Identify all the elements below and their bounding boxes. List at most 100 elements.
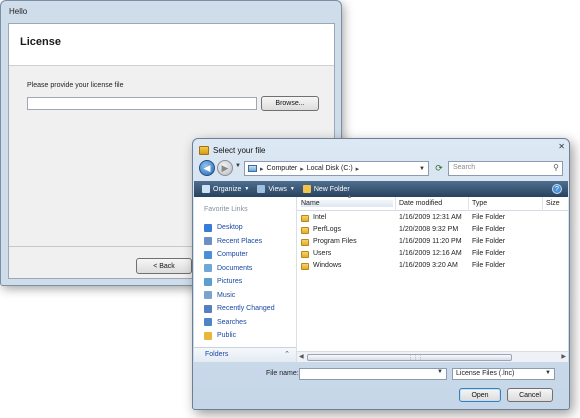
file-rows: Intel 1/16/2009 12:31 AM File Folder PerfLo… — [297, 213, 568, 273]
open-button[interactable]: Open — [459, 388, 501, 402]
address-dropdown-icon[interactable]: ▼ — [419, 166, 425, 172]
organize-icon — [202, 185, 210, 193]
scrollbar-thumb[interactable]: ⋮⋮⋮ — [307, 354, 512, 361]
browse-button[interactable]: Browse... — [261, 96, 319, 111]
recently-changed-icon — [204, 304, 212, 313]
table-row[interactable]: Intel 1/16/2009 12:31 AM File Folder — [297, 213, 568, 225]
file-list: Name ▲ Date modified Type Size Intel 1/16… — [297, 194, 568, 362]
sidebar-item-searches[interactable]: Searches — [204, 316, 275, 330]
views-icon — [257, 185, 266, 193]
sidebar-item-documents[interactable]: Documents — [204, 262, 275, 276]
chevron-down-icon[interactable]: ▼ — [437, 369, 443, 375]
dialog-footer: File name: ▼ License Files (.lnc) ▼ Open… — [193, 362, 569, 410]
search-icon[interactable]: ⚲ — [553, 163, 559, 172]
file-name: Program Files — [313, 238, 357, 245]
dialog-title: Select your file — [213, 145, 266, 155]
back-button[interactable]: < Back — [136, 258, 192, 274]
chevron-down-icon: ▼ — [244, 186, 250, 192]
column-header-type[interactable]: Type — [472, 200, 487, 207]
license-prompt: Please provide your license file — [27, 82, 124, 89]
sidebar-item-label: Documents — [217, 264, 253, 272]
column-header-name[interactable]: Name — [301, 200, 393, 207]
new-folder-icon — [302, 185, 311, 193]
views-button[interactable]: Views ▼ — [257, 185, 295, 193]
sort-arrow-icon: ▲ — [347, 194, 352, 200]
column-header-row: Name ▲ Date modified Type Size — [297, 194, 568, 211]
file-type-select[interactable]: License Files (.lnc) ▼ — [452, 368, 555, 380]
folder-icon — [301, 239, 309, 246]
cancel-button[interactable]: Cancel — [507, 388, 553, 402]
close-icon[interactable]: ✕ — [558, 142, 565, 151]
recent-pages-dropdown-icon[interactable]: ▼ — [235, 163, 241, 169]
sidebar-item-label: Recently Changed — [217, 305, 275, 313]
help-icon[interactable]: ? — [552, 184, 562, 194]
new-folder-label: New Folder — [313, 185, 350, 193]
breadcrumb-chevron-icon[interactable]: ▸ — [260, 165, 264, 173]
chevron-up-icon[interactable]: ⌃ — [284, 350, 290, 358]
public-folder-icon — [204, 331, 212, 340]
folder-icon — [301, 263, 309, 270]
column-divider[interactable] — [395, 197, 396, 211]
breadcrumb-chevron-icon[interactable]: ▸ — [356, 165, 360, 173]
address-bar[interactable]: ▸ Computer ▸ Local Disk (C:) ▸ ▼ — [244, 161, 429, 176]
filename-input[interactable]: ▼ — [299, 368, 447, 380]
sidebar-item-music[interactable]: Music — [204, 289, 275, 303]
sidebar-item-pictures[interactable]: Pictures — [204, 275, 275, 289]
file-name: Intel — [313, 214, 327, 221]
folder-icon — [301, 251, 309, 258]
file-name: Windows — [313, 262, 342, 269]
file-type: File Folder — [472, 250, 506, 257]
searches-icon — [204, 318, 212, 327]
sidebar-item-desktop[interactable]: Desktop — [204, 221, 275, 235]
file-type: File Folder — [472, 238, 506, 245]
sidebar-item-label: Pictures — [217, 278, 243, 286]
folder-icon — [301, 215, 309, 222]
scroll-left-icon[interactable]: ◀ — [299, 353, 304, 360]
column-divider[interactable] — [468, 197, 469, 211]
refresh-icon[interactable]: ⟳ — [432, 161, 446, 176]
sidebar-item-public[interactable]: Public — [204, 329, 275, 343]
table-row[interactable]: Users 1/16/2009 12:16 AM File Folder — [297, 249, 568, 261]
column-header-size[interactable]: Size — [546, 200, 560, 207]
sidebar-item-recently-changed[interactable]: Recently Changed — [204, 302, 275, 316]
file-type: File Folder — [472, 214, 506, 221]
documents-icon — [204, 264, 212, 273]
breadcrumb-local-disk[interactable]: Local Disk (C:) — [307, 165, 353, 172]
favorite-links-heading: Favorite Links — [204, 206, 248, 213]
chevron-down-icon: ▼ — [289, 186, 295, 192]
column-header-date-modified[interactable]: Date modified — [399, 200, 442, 207]
organize-button[interactable]: Organize ▼ — [202, 185, 249, 193]
dialog-titlebar: Select your file — [199, 144, 265, 156]
page-title: License — [20, 36, 61, 48]
table-row[interactable]: Program Files 1/16/2009 11:20 PM File Fold… — [297, 237, 568, 249]
horizontal-scrollbar[interactable]: ◀ ⋮⋮⋮ ▶ — [297, 351, 568, 362]
organize-label: Organize — [213, 185, 242, 193]
folders-toggle[interactable]: Folders ⌃ — [194, 347, 296, 362]
views-label: Views — [268, 185, 287, 193]
breadcrumb-chevron-icon[interactable]: ▸ — [300, 165, 304, 173]
new-folder-button[interactable]: New Folder — [302, 185, 350, 193]
file-type: File Folder — [472, 226, 506, 233]
sidebar-item-recent-places[interactable]: Recent Places — [204, 235, 275, 249]
column-divider[interactable] — [542, 197, 543, 211]
sidebar-item-computer[interactable]: Computer — [204, 248, 275, 262]
forward-arrow-icon[interactable]: ▶ — [217, 160, 233, 176]
table-row[interactable]: PerfLogs 1/20/2008 9:32 PM File Folder — [297, 225, 568, 237]
search-input[interactable]: Search ⚲ — [448, 161, 563, 176]
sidebar-item-label: Computer — [217, 251, 248, 259]
folder-icon — [301, 227, 309, 234]
address-row: ◀ ▶ ▼ ▸ Computer ▸ Local Disk (C:) ▸ ▼ ⟳… — [197, 159, 565, 179]
chevron-down-icon[interactable]: ▼ — [545, 370, 551, 376]
file-date-modified: 1/16/2009 12:16 AM — [399, 250, 462, 257]
breadcrumb-computer[interactable]: Computer — [267, 165, 298, 172]
back-arrow-icon[interactable]: ◀ — [199, 160, 215, 176]
command-toolbar: Organize ▼ Views ▼ New Folder ? — [194, 181, 568, 197]
grip-icon: ⋮⋮⋮ — [408, 355, 423, 361]
scroll-right-icon[interactable]: ▶ — [561, 353, 566, 360]
sidebar-item-label: Recent Places — [217, 237, 263, 245]
wizard-header: License — [9, 24, 334, 66]
file-dialog: Select your file ✕ ◀ ▶ ▼ ▸ Computer ▸ Lo… — [192, 138, 570, 410]
license-path-input[interactable] — [27, 97, 257, 110]
table-row[interactable]: Windows 1/16/2009 3:20 AM File Folder — [297, 261, 568, 273]
recent-places-icon — [204, 237, 212, 246]
